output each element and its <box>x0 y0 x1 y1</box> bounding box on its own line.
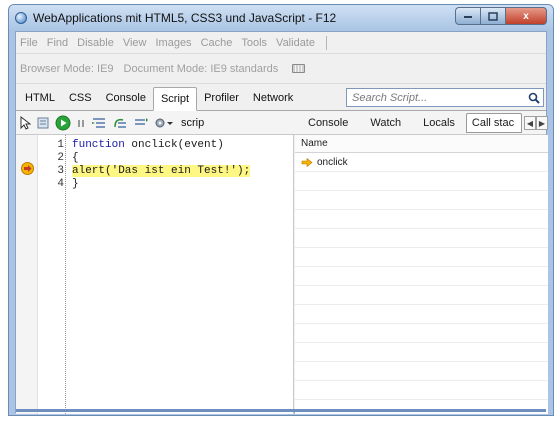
devtools-tab-bar: HTML CSS Console Script Profiler Network… <box>16 84 546 111</box>
list-item <box>295 381 548 400</box>
tab-locals[interactable]: Locals <box>412 113 466 133</box>
maximize-icon <box>488 11 498 21</box>
script-toolbar: scrip Console Watch Locals Call stac ◀ ▶ <box>16 111 548 135</box>
script-selector[interactable]: scrip <box>181 117 211 129</box>
menu-file[interactable]: File <box>20 37 38 49</box>
tab-script[interactable]: Script <box>152 87 198 111</box>
current-statement-arrow-icon <box>21 162 34 175</box>
minimize-icon <box>464 16 472 18</box>
list-item <box>295 362 548 381</box>
list-item <box>295 210 548 229</box>
step-into-icon[interactable] <box>91 114 107 132</box>
list-item <box>295 324 548 343</box>
line-number: 2 <box>57 152 64 164</box>
code-line-current: alert('Das ist ein Test!'); <box>72 165 251 177</box>
window-bottom-edge <box>16 409 546 412</box>
list-item <box>295 172 548 191</box>
code-text: { <box>72 152 79 164</box>
code-line: { <box>72 152 79 164</box>
menu-tools[interactable]: Tools <box>241 37 267 49</box>
menu-validate[interactable]: Validate <box>276 37 315 49</box>
minimize-button[interactable] <box>455 7 480 25</box>
menu-separator <box>325 35 327 50</box>
call-stack-row[interactable]: onclick <box>295 153 548 172</box>
start-debugging-icon[interactable] <box>55 114 71 132</box>
list-item <box>295 191 548 210</box>
menu-find[interactable]: Find <box>47 37 68 49</box>
pause-icon[interactable] <box>76 114 86 132</box>
menu-disable[interactable]: Disable <box>77 37 114 49</box>
list-item <box>295 343 548 362</box>
devtools-client: File Find Disable View Images Cache Tool… <box>15 31 548 414</box>
browser-mode-menu[interactable]: Browser Mode: IE9 <box>20 63 114 75</box>
scroll-left-icon[interactable]: ◀ <box>523 116 536 130</box>
tab-debug-console[interactable]: Console <box>297 113 359 133</box>
debug-panel-tabs: Console Watch Locals Call stac ◀ ▶ <box>297 111 548 135</box>
list-item <box>295 248 548 267</box>
window-controls: x <box>455 7 547 25</box>
window-title: WebApplications mit HTML5, CSS3 und Java… <box>33 11 337 25</box>
settings-icon[interactable] <box>154 114 174 132</box>
line-number: 1 <box>57 139 64 151</box>
line-number: 3 <box>57 165 64 177</box>
tab-scroll-buttons: ◀ ▶ <box>523 116 548 130</box>
search-icon[interactable] <box>525 89 543 106</box>
breakpoint-list-icon[interactable] <box>36 114 50 132</box>
document-mode-menu[interactable]: Document Mode: IE9 standards <box>124 63 279 75</box>
code-line: function onclick(event) <box>72 139 224 151</box>
current-frame-arrow-icon <box>301 157 313 167</box>
search-script-input[interactable]: Search Script... <box>346 88 544 107</box>
close-button[interactable]: x <box>505 7 547 25</box>
scroll-right-icon[interactable]: ▶ <box>535 116 548 130</box>
tab-console[interactable]: Console <box>99 86 153 110</box>
search-placeholder: Search Script... <box>352 91 428 104</box>
maximize-button[interactable] <box>480 7 505 25</box>
step-out-icon[interactable] <box>133 114 149 132</box>
code-text: alert('Das ist ein Test!'); <box>72 165 251 177</box>
call-stack-frame-name: onclick <box>317 156 348 168</box>
menu-bar: File Find Disable View Images Cache Tool… <box>16 32 546 54</box>
keyboard-icon[interactable] <box>292 64 306 73</box>
code-text: } <box>72 178 79 190</box>
list-item <box>295 267 548 286</box>
list-item <box>295 286 548 305</box>
devtools-window: WebApplications mit HTML5, CSS3 und Java… <box>8 4 554 416</box>
tab-network[interactable]: Network <box>246 86 300 110</box>
title-bar: WebApplications mit HTML5, CSS3 und Java… <box>9 5 553 31</box>
tab-html[interactable]: HTML <box>18 86 62 110</box>
ie-app-icon <box>15 12 27 24</box>
code-text: onclick(event) <box>131 139 224 151</box>
breakpoint-gutter[interactable] <box>16 135 38 414</box>
tab-profiler[interactable]: Profiler <box>197 86 246 110</box>
code-keyword: function <box>72 139 132 151</box>
code-line: } <box>72 178 79 190</box>
tab-call-stack[interactable]: Call stac <box>465 113 522 133</box>
tab-watch[interactable]: Watch <box>359 113 412 133</box>
step-over-icon[interactable] <box>112 114 128 132</box>
list-item <box>295 229 548 248</box>
script-editor[interactable]: 1 2 3 4 function onclick(event) { alert(… <box>16 135 294 414</box>
select-element-icon[interactable] <box>19 114 31 132</box>
call-stack-panel: Name onclick <box>295 135 548 414</box>
menu-cache[interactable]: Cache <box>201 37 233 49</box>
call-stack-header: Name <box>295 135 548 153</box>
list-item <box>295 305 548 324</box>
mode-bar: Browser Mode: IE9 Document Mode: IE9 sta… <box>16 54 546 84</box>
menu-view[interactable]: View <box>123 37 147 49</box>
tab-css[interactable]: CSS <box>62 86 99 110</box>
menu-images[interactable]: Images <box>155 37 191 49</box>
line-number: 4 <box>57 178 64 190</box>
